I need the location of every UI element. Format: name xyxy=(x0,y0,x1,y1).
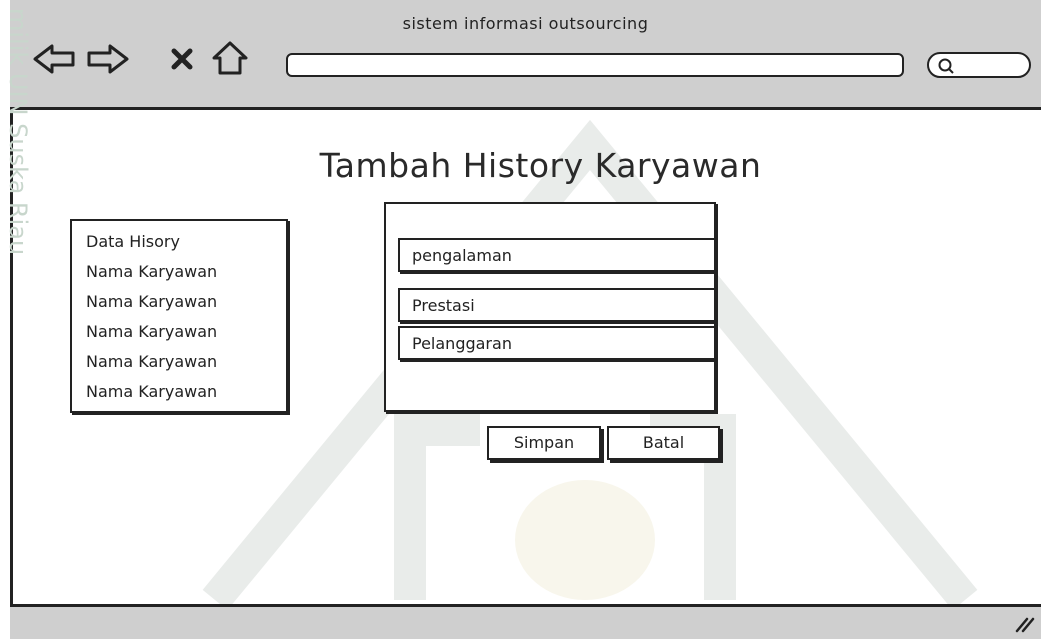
list-item[interactable]: Nama Karyawan xyxy=(86,317,286,347)
url-input[interactable] xyxy=(286,53,904,77)
save-button[interactable]: Simpan xyxy=(487,426,601,460)
history-list: Data Hisory Nama Karyawan Nama Karyawan … xyxy=(70,219,288,413)
page-title: Tambah History Karyawan xyxy=(319,146,762,185)
history-form: pengalaman Prestasi Pelanggaran xyxy=(384,202,716,412)
list-item[interactable]: Nama Karyawan xyxy=(86,377,286,407)
cancel-button[interactable]: Batal xyxy=(607,426,720,460)
watermark-text: milik UIN Suska Riau xyxy=(4,8,32,255)
resize-handle-icon[interactable] xyxy=(1013,615,1035,633)
forward-arrow-icon[interactable] xyxy=(86,42,130,76)
back-arrow-icon[interactable] xyxy=(32,42,76,76)
list-item[interactable]: Nama Karyawan xyxy=(86,347,286,377)
pengalaman-field[interactable]: pengalaman xyxy=(398,238,716,272)
list-header: Data Hisory xyxy=(86,232,180,251)
prestasi-field[interactable]: Prestasi xyxy=(398,288,716,322)
home-icon[interactable] xyxy=(210,40,250,76)
browser-toolbar: sistem informasi outsourcing xyxy=(10,0,1041,110)
vertical-watermark: milik UIN Suska Riau xyxy=(4,8,32,255)
search-input[interactable] xyxy=(927,52,1031,78)
pelanggaran-field[interactable]: Pelanggaran xyxy=(398,326,716,360)
status-bar xyxy=(10,604,1041,639)
window-title: sistem informasi outsourcing xyxy=(402,14,649,33)
search-icon xyxy=(938,58,954,74)
list-item[interactable]: Nama Karyawan xyxy=(86,287,286,317)
close-x-icon[interactable] xyxy=(170,47,194,71)
list-item[interactable]: Nama Karyawan xyxy=(86,257,286,287)
